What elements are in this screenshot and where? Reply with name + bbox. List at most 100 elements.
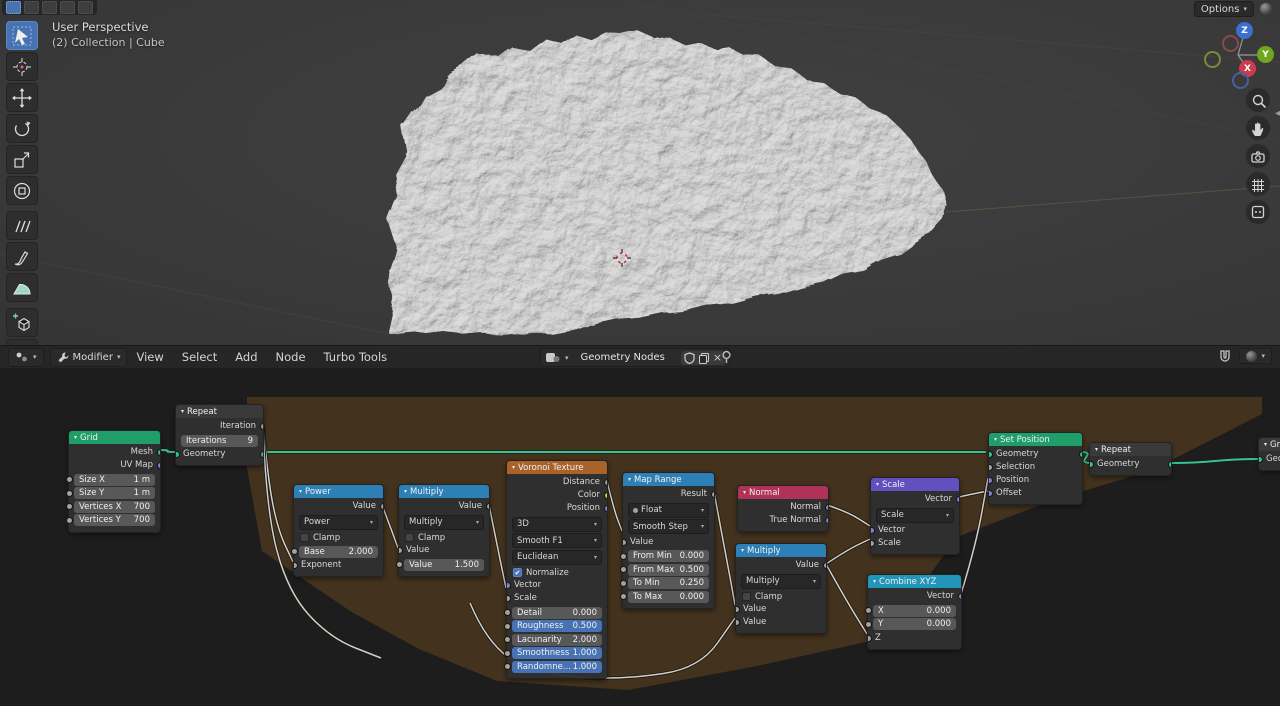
node-checkbox-normalize[interactable]: ✔Normalize (507, 566, 607, 579)
node-socket[interactable] (176, 451, 180, 458)
gizmo-z-axis[interactable]: Z (1236, 22, 1253, 39)
node-socket[interactable] (380, 503, 384, 510)
node-field-to-min[interactable]: To Min0.250 (628, 577, 709, 589)
menu-select[interactable]: Select (173, 350, 226, 364)
node-dropdown-multiply[interactable]: Multiply▾ (741, 574, 821, 589)
node-voronoi-texture[interactable]: ▾Voronoi TextureDistanceColorPosition3D▾… (506, 460, 608, 679)
node-socket[interactable] (1259, 456, 1263, 463)
snap-magnet-icon[interactable] (1217, 349, 1233, 364)
node-field-vertices-x[interactable]: Vertices X700 (74, 501, 155, 513)
viewport-3d[interactable]: Options ▾ User Perspective (2) Collectio… (0, 0, 1280, 345)
node-dropdown-3d[interactable]: 3D▾ (512, 517, 602, 532)
node-socket[interactable] (157, 462, 161, 469)
tool-select-box-button[interactable] (6, 21, 38, 50)
node-socket[interactable] (1090, 461, 1094, 468)
gizmo-minus-x-axis[interactable] (1222, 35, 1239, 52)
nav-pan-button[interactable] (1246, 116, 1270, 140)
node-socket[interactable] (989, 477, 993, 484)
node-socket[interactable] (825, 517, 829, 524)
node-socket[interactable] (66, 517, 73, 524)
node-dropdown-euclidean[interactable]: Euclidean▾ (512, 550, 602, 565)
node-field-base[interactable]: Base2.000 (299, 546, 378, 558)
editor-type-button[interactable]: ▾ (8, 348, 44, 367)
node-socket[interactable] (604, 479, 608, 486)
chevron-down-icon[interactable]: ▾ (565, 354, 569, 362)
collapse-icon[interactable]: ▾ (628, 476, 631, 483)
node-field-smoothness[interactable]: Smoothness1.000 (512, 647, 602, 659)
node-socket[interactable] (871, 540, 875, 547)
pin-icon[interactable] (720, 350, 733, 364)
node-socket[interactable] (823, 562, 827, 569)
node-tree-name-field[interactable]: Geometry Nodes (573, 352, 673, 363)
node-canvas[interactable]: ▾RepeatIterationIterations9Geometry▾Grid… (0, 367, 1280, 706)
node-socket[interactable] (865, 607, 872, 614)
node-socket[interactable] (989, 490, 993, 497)
navigation-gizmo[interactable]: ZYX (1196, 18, 1280, 94)
collapse-icon[interactable]: ▾ (994, 436, 997, 443)
node-socket[interactable] (736, 619, 740, 626)
node-socket[interactable] (736, 606, 740, 613)
node-socket[interactable] (1079, 451, 1083, 458)
collapse-icon[interactable]: ▾ (741, 547, 744, 554)
node-socket[interactable] (620, 593, 627, 600)
overlays-button[interactable]: ▾ (1239, 348, 1272, 364)
node-socket[interactable] (865, 621, 872, 628)
node-dropdown-scale[interactable]: Scale▾ (876, 508, 954, 523)
node-field-from-max[interactable]: From Max0.500 (628, 564, 709, 576)
tool-d-icon[interactable] (60, 1, 75, 14)
node-socket[interactable] (989, 451, 993, 458)
collapse-icon[interactable]: ▾ (404, 488, 407, 495)
node-dropdown-smooth-step[interactable]: Smooth Step▾ (628, 519, 709, 534)
node-checkbox-clamp[interactable]: Clamp (736, 590, 826, 603)
node-socket[interactable] (66, 476, 73, 483)
node-multiply[interactable]: ▾MultiplyValueMultiply▾ClampValueValue1.… (398, 484, 490, 577)
tool-move-button[interactable] (6, 83, 38, 112)
node-socket[interactable] (958, 593, 962, 600)
nav-zoom-button[interactable] (1246, 88, 1270, 112)
node-socket[interactable] (956, 496, 960, 503)
node-socket[interactable] (504, 636, 511, 643)
menu-add[interactable]: Add (226, 350, 266, 364)
node-field-vertices-y[interactable]: Vertices Y700 (74, 514, 155, 526)
tool-c-icon[interactable] (42, 1, 57, 14)
tool-a-icon[interactable] (6, 1, 21, 14)
node-socket[interactable] (504, 650, 511, 657)
menu-turbo-tools[interactable]: Turbo Tools (315, 350, 397, 364)
node-field-lacunarity[interactable]: Lacunarity2.000 (512, 634, 602, 646)
collapse-icon[interactable]: ▾ (181, 408, 184, 415)
node-map-range[interactable]: ▾Map RangeResultFloat▾Smooth Step▾ValueF… (622, 472, 715, 609)
node-socket[interactable] (504, 663, 511, 670)
menu-view[interactable]: View (127, 350, 172, 364)
options-button[interactable]: Options ▾ (1194, 1, 1254, 17)
mode-dropdown[interactable]: Modifier ▾ (50, 348, 128, 367)
node-field-value[interactable]: Value1.500 (404, 559, 484, 571)
collapse-icon[interactable]: ▾ (873, 578, 876, 585)
node-field-to-max[interactable]: To Max0.000 (628, 591, 709, 603)
collapse-icon[interactable]: ▾ (1264, 441, 1267, 448)
tool-measure-button[interactable] (6, 273, 38, 302)
tool-draw-button[interactable] (6, 242, 38, 271)
node-field-from-min[interactable]: From Min0.000 (628, 550, 709, 562)
node-socket[interactable] (825, 504, 829, 511)
node-socket[interactable] (989, 464, 993, 471)
node-socket[interactable] (871, 527, 875, 534)
menu-node[interactable]: Node (267, 350, 315, 364)
tool-rotate-button[interactable] (6, 114, 38, 143)
node-socket[interactable] (604, 505, 608, 512)
node-field-size-y[interactable]: Size Y1 m (74, 487, 155, 499)
node-power[interactable]: ▾PowerValuePower▾ClampBase2.000Exponent (293, 484, 384, 577)
new-copy-icon[interactable] (698, 352, 710, 364)
nav-camera-button[interactable] (1246, 144, 1270, 168)
node-repeat[interactable]: ▾RepeatGeometry (1089, 442, 1172, 476)
node-socket[interactable] (260, 423, 264, 430)
node-checkbox-clamp[interactable]: Clamp (399, 531, 489, 544)
node-socket[interactable] (620, 580, 627, 587)
node-socket[interactable] (396, 561, 403, 568)
node-set-position[interactable]: ▾Set PositionGeometrySelectionPositionOf… (988, 432, 1083, 505)
nav-screen-button[interactable] (1246, 200, 1270, 224)
node-socket[interactable] (507, 582, 511, 589)
node-socket[interactable] (294, 562, 298, 569)
collapse-icon[interactable]: ▾ (512, 464, 515, 471)
node-normal[interactable]: ▾NormalNormalTrue Normal (737, 485, 829, 532)
node-socket[interactable] (620, 566, 627, 573)
